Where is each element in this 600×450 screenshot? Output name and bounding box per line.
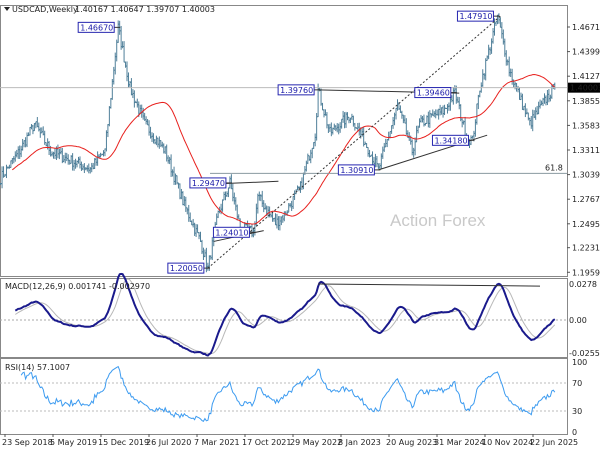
y-tick-label: 1.22310	[572, 244, 600, 253]
x-tick-label: 5 May 2019	[50, 438, 97, 447]
rsi-y-label: 0	[572, 428, 577, 437]
annotation-label: 1.29470	[192, 179, 225, 188]
rsi-pane[interactable]	[0, 365, 567, 422]
y-tick-label: 1.24950	[572, 220, 600, 229]
x-tick-label: 26 Jul 2020	[146, 438, 191, 447]
y-tick-label: 1.27670	[572, 195, 600, 204]
annotation-label: 1.39760	[280, 86, 313, 95]
y-tick-label: 1.41270	[572, 72, 600, 81]
macd-y-label: -0.025511	[569, 349, 600, 358]
x-tick-label: 17 Oct 2021	[242, 438, 291, 447]
x-tick-label: 20 Aug 2023	[386, 438, 437, 447]
x-tick-label: 8 Jan 2023	[338, 438, 381, 447]
pane-frame	[0, 5, 568, 277]
annotation-label: 1.47910	[459, 12, 492, 21]
chart-canvas[interactable]: 61.8 1.46670 1.20050 1.29470 1.24010 1.39760 1…	[0, 0, 600, 450]
current-price-label: 1.40003	[570, 84, 600, 93]
x-tick-label: 15 Dec 2019	[98, 438, 149, 447]
y-tick-label: 1.46710	[572, 23, 600, 32]
x-tick-label: 10 Nov 2024	[482, 438, 533, 447]
moving-average-line	[12, 73, 556, 225]
y-tick-label: 1.19590	[572, 268, 600, 277]
rsi-y-label: 30	[572, 407, 582, 416]
x-tick-label: 31 Mar 2024	[434, 438, 485, 447]
x-tick-label: 7 Mar 2021	[194, 438, 240, 447]
macd-y-label: 0.0278	[569, 280, 597, 289]
rsi-line	[20, 365, 556, 422]
annotation-label: 1.20050	[170, 264, 203, 273]
y-tick-label: 1.43990	[572, 48, 600, 57]
annotation-label: 1.30910	[340, 166, 373, 175]
price-pane[interactable]: 61.8 1.46670 1.20050 1.29470 1.24010 1.39760 1…	[0, 10, 567, 274]
annotation-label: 1.46670	[80, 23, 113, 32]
x-tick-label: 23 Sep 2018	[2, 438, 53, 447]
macd-divergence-line	[317, 283, 541, 287]
x-tick-label: 29 May 2022	[290, 438, 342, 447]
y-tick-label: 1.30390	[572, 171, 600, 180]
watermark: Action Forex	[390, 211, 486, 230]
rsi-y-label: 70	[572, 379, 582, 388]
collapse-triangle-icon[interactable]	[4, 7, 10, 11]
rsi-y-label: 100	[572, 358, 587, 367]
macd-title: MACD(12,26,9) 0.001741 -0.002970	[5, 282, 150, 291]
rsi-title: RSI(14) 57.1007	[5, 363, 70, 372]
fib-label: 61.8	[545, 163, 563, 172]
x-tick-label: 22 Jun 2025	[530, 438, 578, 447]
macd-y-label: 0.00	[569, 316, 587, 325]
annotation-label: 1.39460	[417, 89, 450, 98]
y-tick-label: 1.35830	[572, 121, 600, 130]
y-tick-label: 1.38550	[572, 97, 600, 106]
ohlc-readout: 1.40167 1.40647 1.39707 1.40003	[75, 5, 215, 14]
annotation-label: 1.24010	[215, 228, 248, 237]
symbol-title: USDCAD,Weekly	[12, 5, 78, 14]
y-tick-label: 1.33110	[572, 146, 600, 155]
annotation-label: 1.34180	[434, 136, 467, 145]
